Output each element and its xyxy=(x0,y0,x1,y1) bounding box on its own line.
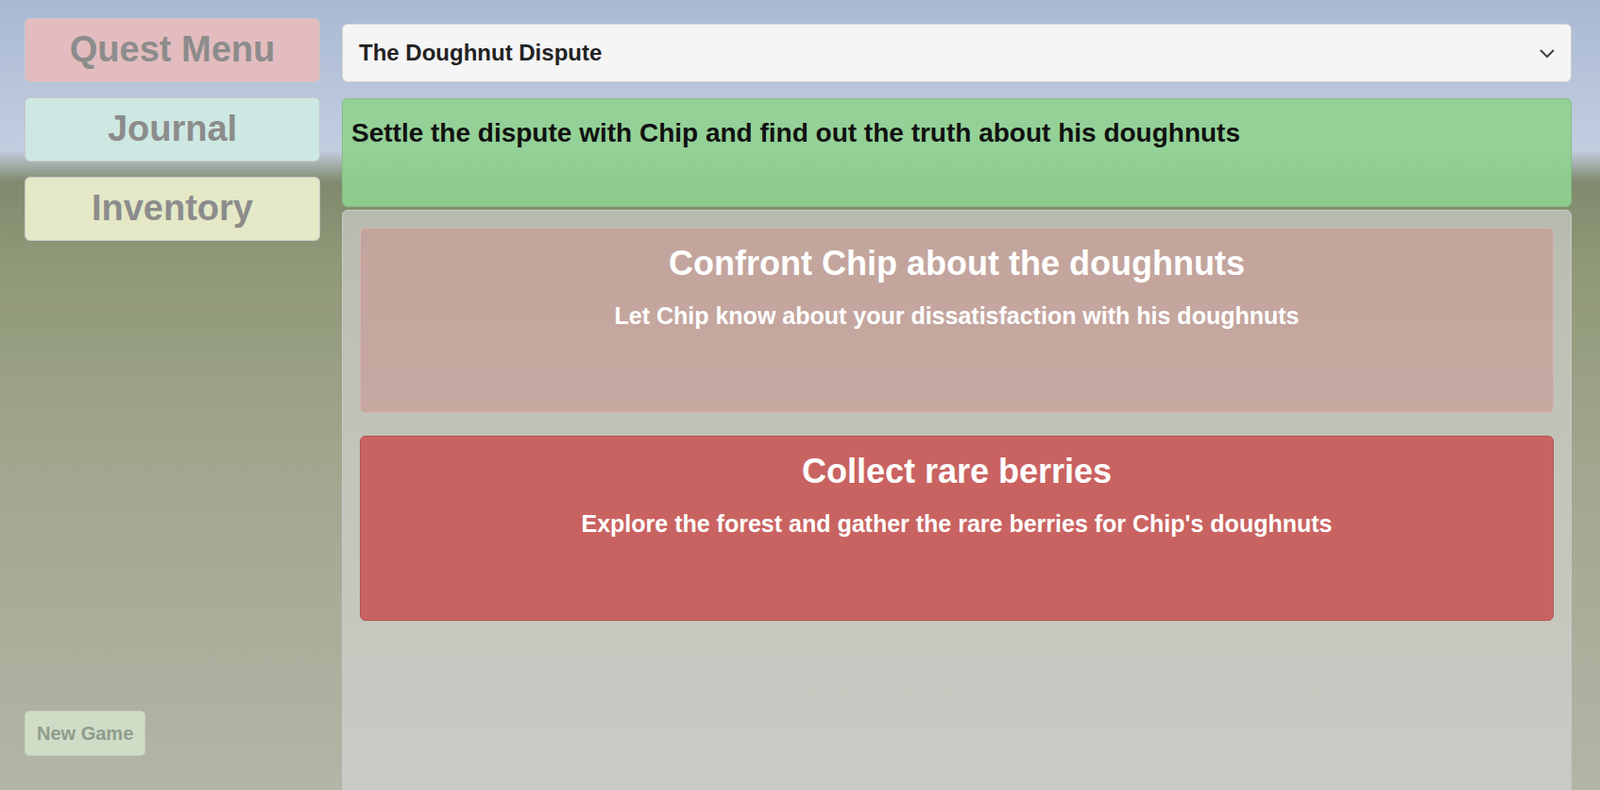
objective-title: Confront Chip about the doughnuts xyxy=(668,241,1245,285)
chevron-down-icon xyxy=(1536,42,1558,64)
new-game-button[interactable]: New Game xyxy=(24,710,146,756)
menu-spacer xyxy=(24,255,321,696)
side-menu: Quest Menu Journal Inventory New Game xyxy=(24,17,321,790)
objective-card[interactable]: Confront Chip about the doughnuts Let Chi… xyxy=(359,227,1554,413)
menu-button[interactable]: Journal xyxy=(24,97,321,162)
menu-button[interactable]: Inventory xyxy=(24,176,321,241)
quest-dropdown-value: The Doughnut Dispute xyxy=(358,35,602,70)
quest-description: Settle the dispute with Chip and find ou… xyxy=(341,98,1572,207)
objective-description: Let Chip know about your dissatisfaction… xyxy=(614,301,1300,331)
quest-screen: Quest Menu Journal Inventory New Game The D… xyxy=(0,0,1600,790)
quest-dropdown[interactable]: The Doughnut Dispute xyxy=(341,23,1572,83)
objective-title: Collect rare berries xyxy=(801,449,1112,493)
objective-description: Explore the forest and gather the rare b… xyxy=(581,509,1333,539)
quest-panel-column: The Doughnut Dispute Settle the dispute w… xyxy=(341,17,1572,790)
menu-button[interactable]: Quest Menu xyxy=(24,17,321,83)
objective-card[interactable]: Collect rare berries Explore the forest a… xyxy=(359,435,1554,621)
objectives-panel: Confront Chip about the doughnuts Let Chi… xyxy=(341,209,1572,790)
